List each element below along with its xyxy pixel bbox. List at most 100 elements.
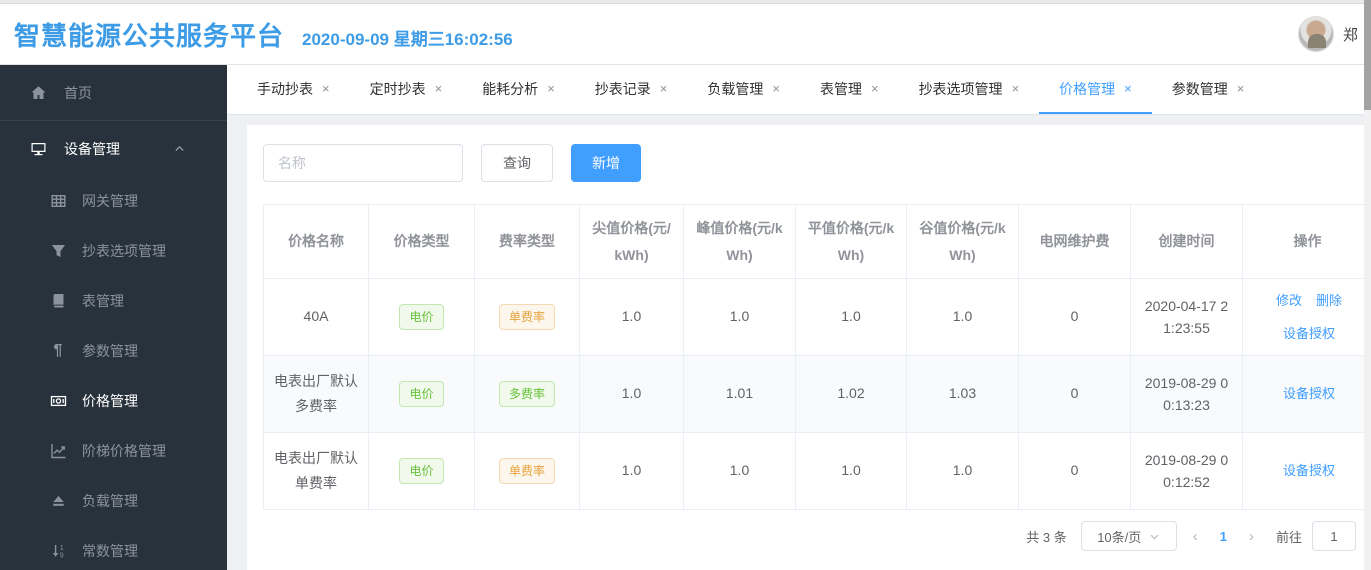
content-panel: 查询 新增 价格名称价格类型费率类型尖值价格(元/kWh)峰值价格(元/kWh)… <box>247 125 1371 570</box>
tab-label: 参数管理 <box>1171 80 1228 97</box>
sidebar-item-label: 价格管理 <box>82 393 138 409</box>
tab-label: 抄表记录 <box>594 80 651 97</box>
sharp-price-cell: 1.0 <box>579 432 684 510</box>
sidebar-item-money[interactable]: 价格管理 <box>0 376 227 426</box>
close-icon[interactable]: × <box>1012 81 1020 96</box>
tab-抄表记录[interactable]: 抄表记录 × <box>575 65 688 114</box>
page-size-select[interactable]: 10条/页 <box>1080 521 1177 551</box>
price-name-cell: 电表出厂默认多费率 <box>263 355 369 433</box>
sidebar-item-book[interactable]: 表管理 <box>0 276 227 326</box>
tab-负载管理[interactable]: 负载管理 × <box>687 65 800 114</box>
close-icon[interactable]: × <box>547 81 555 96</box>
next-page-button[interactable]: › <box>1243 528 1260 545</box>
flat-price-cell: 1.02 <box>795 355 907 433</box>
tab-label: 能耗分析 <box>482 80 539 97</box>
status-tag: 电价 <box>399 381 444 407</box>
main-area: 手动抄表 × 定时抄表 × 能耗分析 × 抄表记录 × 负载管理 × 表管理 × 抄表选项管理 × 价格管理… <box>227 65 1371 570</box>
table-row: 电表出厂默认单费率 电价 单费率 1.0 1.0 1.0 1.0 0 2019-08-29 00… <box>263 432 1371 510</box>
tab-bar: 手动抄表 × 定时抄表 × 能耗分析 × 抄表记录 × 负载管理 × 表管理 × 抄表选项管理 × 价格管理… <box>227 65 1371 115</box>
add-button[interactable]: 新增 <box>571 144 641 182</box>
sidebar-item-chart-line[interactable]: 阶梯价格管理 <box>0 426 227 476</box>
tab-label: 抄表选项管理 <box>918 80 1003 97</box>
pilcrow-icon: ¶ <box>53 342 63 359</box>
column-header: 谷值价格(元/kWh) <box>906 204 1019 279</box>
sidebar-item-table[interactable]: 网关管理 <box>0 176 227 226</box>
sidebar-item-filter[interactable]: 抄表选项管理 <box>0 226 227 276</box>
close-icon[interactable]: × <box>1237 81 1245 96</box>
close-icon[interactable]: × <box>660 81 668 96</box>
status-tag: 单费率 <box>498 304 555 330</box>
tab-手动抄表[interactable]: 手动抄表 × <box>237 65 350 114</box>
close-icon[interactable]: × <box>1124 81 1132 96</box>
tab-能耗分析[interactable]: 能耗分析 × <box>462 65 575 114</box>
peak-price-cell: 1.0 <box>683 432 796 510</box>
search-input[interactable] <box>263 144 463 182</box>
valley-price-cell: 1.0 <box>906 278 1019 356</box>
tab-表管理[interactable]: 表管理 × <box>800 65 899 114</box>
grid-maintenance-cell: 0 <box>1018 432 1131 510</box>
action-link-删除[interactable]: 删除 <box>1316 289 1342 312</box>
scrollbar-track[interactable] <box>1364 0 1371 570</box>
sidebar: 首页 设备管理 网关管理抄表选项管理表管理 ¶ 参数管理价格管理阶梯价格管理 负载管理… <box>0 65 227 570</box>
action-link-设备授权[interactable]: 设备授权 <box>1283 382 1335 405</box>
sidebar-item-home[interactable]: 首页 <box>0 65 227 121</box>
tab-价格管理[interactable]: 价格管理 × <box>1039 65 1152 114</box>
action-link-设备授权[interactable]: 设备授权 <box>1283 322 1335 345</box>
sidebar-item-label: 抄表选项管理 <box>82 243 166 259</box>
peak-price-cell: 1.0 <box>683 278 796 356</box>
chart-line-icon <box>48 443 68 459</box>
created-time-cell: 2020-04-17 2 1:23:55 <box>1130 278 1243 356</box>
column-header: 电网维护费 <box>1018 204 1131 279</box>
tab-label: 手动抄表 <box>257 80 313 97</box>
close-icon[interactable]: × <box>772 81 780 96</box>
sidebar-item-eject[interactable]: 负载管理 <box>0 476 227 526</box>
pagination: 共 3 条 10条/页 ‹ 1 › 前往 页 <box>263 521 1371 551</box>
tab-参数管理[interactable]: 参数管理 × <box>1152 65 1265 114</box>
price-type-cell: 电价 <box>368 278 475 356</box>
username: 郑 <box>1343 26 1357 44</box>
price-name-cell: 电表出厂默认单费率 <box>263 432 369 510</box>
column-header: 峰值价格(元/kWh) <box>683 204 796 279</box>
action-link-设备授权[interactable]: 设备授权 <box>1283 459 1335 482</box>
header-user-area[interactable]: 郑 <box>1298 16 1357 52</box>
price-type-cell: 电价 <box>368 432 475 510</box>
sharp-price-cell: 1.0 <box>579 355 684 433</box>
tab-label: 定时抄表 <box>369 80 426 97</box>
svg-text:1: 1 <box>59 545 63 552</box>
tab-label: 负载管理 <box>707 80 764 97</box>
tab-抄表选项管理[interactable]: 抄表选项管理 × <box>899 65 1040 114</box>
flat-price-cell: 1.0 <box>795 278 907 356</box>
scrollbar-thumb[interactable] <box>1364 0 1371 110</box>
sidebar-item-sort-numeric[interactable]: 1 9 常数管理 <box>0 526 227 570</box>
peak-price-cell: 1.01 <box>683 355 796 433</box>
created-time-cell: 2019-08-29 0 0:12:52 <box>1130 432 1243 510</box>
tab-label: 价格管理 <box>1059 80 1116 97</box>
query-button[interactable]: 查询 <box>481 144 553 182</box>
page-size-value: 10条/页 <box>1097 529 1142 545</box>
column-header: 平值价格(元/kWh) <box>795 204 907 279</box>
sidebar-section-device-management[interactable]: 设备管理 <box>0 121 227 176</box>
status-tag: 电价 <box>399 304 444 330</box>
close-icon[interactable]: × <box>435 81 443 96</box>
status-tag: 单费率 <box>498 458 555 484</box>
tab-定时抄表[interactable]: 定时抄表 × <box>350 65 463 114</box>
column-header: 尖值价格(元/kWh) <box>579 204 684 279</box>
action-link-修改[interactable]: 修改 <box>1276 289 1302 312</box>
current-page[interactable]: 1 <box>1214 529 1233 544</box>
goto-page-input[interactable] <box>1311 521 1356 551</box>
pagination-total: 共 3 条 <box>1026 529 1067 545</box>
eject-icon <box>48 493 68 509</box>
close-icon[interactable]: × <box>322 81 330 96</box>
prev-page-button[interactable]: ‹ <box>1187 528 1204 545</box>
column-header: 价格名称 <box>263 204 369 279</box>
sidebar-item-label: 网关管理 <box>82 193 138 209</box>
valley-price-cell: 1.0 <box>906 432 1019 510</box>
close-icon[interactable]: × <box>871 81 879 96</box>
user-avatar[interactable] <box>1298 16 1334 52</box>
created-time-cell: 2019-08-29 0 0:13:23 <box>1130 355 1243 433</box>
actions-cell: 设备授权 <box>1242 432 1371 510</box>
column-header: 创建时间 <box>1130 204 1243 279</box>
actions-cell: 修改 删除设备授权 <box>1242 278 1371 356</box>
tab-label: 表管理 <box>819 80 862 97</box>
sidebar-item-pilcrow[interactable]: ¶ 参数管理 <box>0 326 227 376</box>
